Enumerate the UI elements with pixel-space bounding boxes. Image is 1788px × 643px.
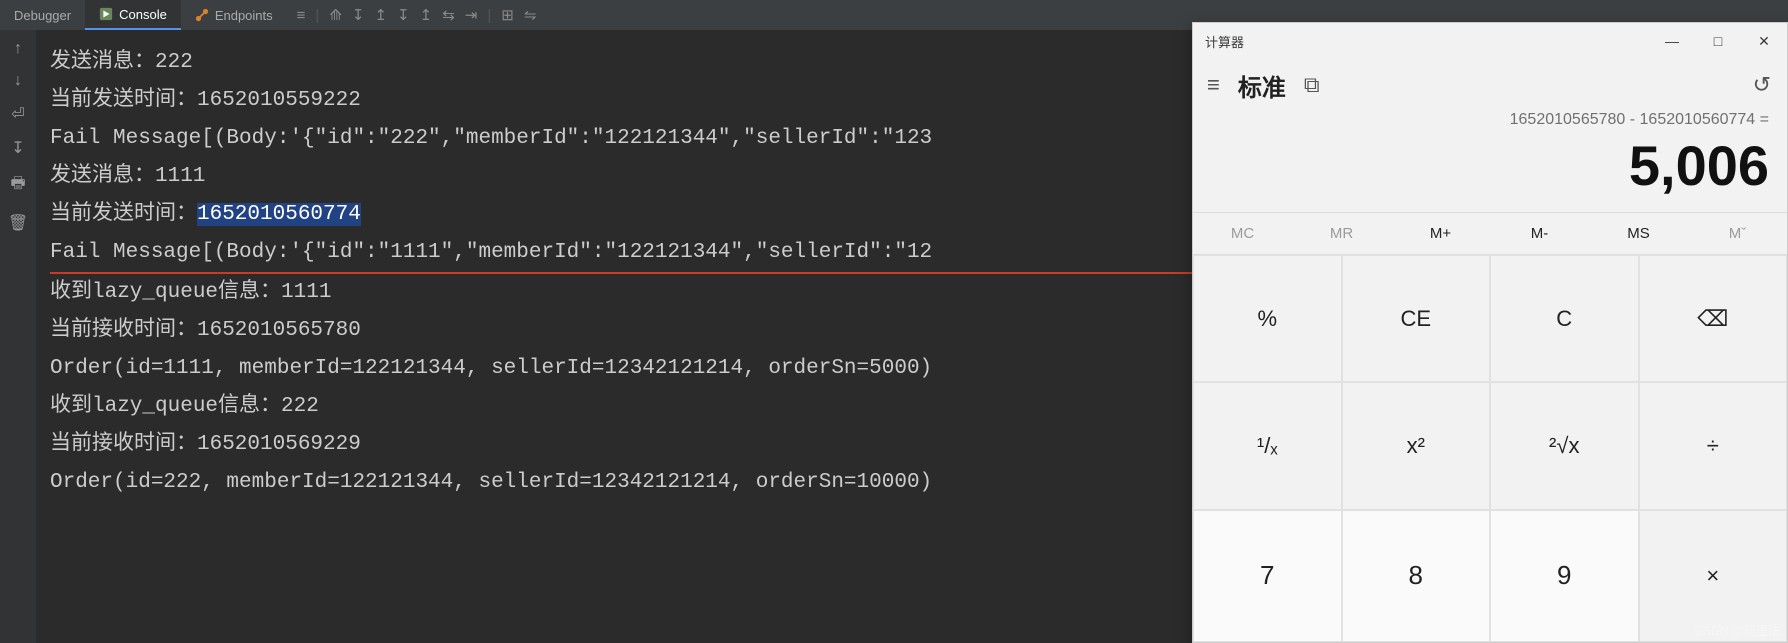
hamburger-icon[interactable]: ≡ (1207, 72, 1220, 98)
memory-button-m-[interactable]: M- (1490, 213, 1589, 254)
memory-button-mr: MR (1292, 213, 1391, 254)
console-text: 当前发送时间： (50, 203, 197, 226)
memory-button-ms[interactable]: MS (1589, 213, 1688, 254)
close-button[interactable]: ✕ (1741, 23, 1787, 59)
calculator-window: 计算器 — □ ✕ ≡ 标准 ⧉ ↺ 1652010565780 - 16520… (1192, 22, 1788, 643)
calc-key[interactable]: C (1490, 255, 1639, 382)
toolbar-icon-7[interactable]: ⇥ (465, 6, 478, 24)
calc-key[interactable]: ¹/ₓ (1193, 382, 1342, 509)
calculator-result: 5,006 (1193, 133, 1769, 198)
gutter-clear-icon[interactable]: 🗑 (8, 213, 28, 233)
gutter-up-icon[interactable]: ↑ (14, 40, 22, 58)
maximize-button[interactable]: □ (1695, 23, 1741, 59)
calc-key[interactable]: CE (1342, 255, 1491, 382)
calc-key[interactable]: x² (1342, 382, 1491, 509)
memory-button-mˇ: Mˇ (1688, 213, 1787, 254)
calculator-titlebar[interactable]: 计算器 — □ ✕ (1193, 23, 1787, 59)
calc-key[interactable]: 9 (1490, 510, 1639, 642)
calc-key[interactable]: % (1193, 255, 1342, 382)
tab-endpoints[interactable]: Endpoints (181, 0, 287, 30)
calculator-expression: 1652010565780 - 1652010560774 = (1193, 111, 1769, 129)
calc-key[interactable]: ²√x (1490, 382, 1639, 509)
console-run-icon (99, 7, 113, 21)
minimize-button[interactable]: — (1649, 23, 1695, 59)
pin-icon[interactable]: ⧉ (1304, 72, 1320, 98)
gutter-scroll-icon[interactable]: ↧ (11, 138, 24, 158)
tab-endpoints-label: Endpoints (215, 8, 273, 23)
calculator-keypad: %CEC⌫¹/ₓx²²√x÷789× (1193, 255, 1787, 642)
calculator-mode-bar: ≡ 标准 ⧉ ↺ (1193, 59, 1787, 111)
toolbar-icon-0[interactable]: ≡ (297, 7, 306, 24)
toolbar-icon-5[interactable]: ↥ (420, 6, 433, 24)
calculator-title: 计算器 (1193, 32, 1244, 51)
window-buttons: — □ ✕ (1649, 23, 1787, 59)
calc-key[interactable]: ⌫ (1639, 255, 1788, 382)
memory-button-mc: MC (1193, 213, 1292, 254)
ide-gutter: ↑ ↓ ⏎ ↧ 🖶 🗑 (0, 30, 36, 643)
watermark: CSDN @码里法 (1694, 622, 1780, 639)
toolbar-icon-6[interactable]: ⇆ (442, 6, 455, 24)
calc-key[interactable]: ÷ (1639, 382, 1788, 509)
toolbar-icon-2[interactable]: ↧ (352, 6, 365, 24)
gutter-down-icon[interactable]: ↓ (14, 72, 22, 90)
toolbar-icon-1[interactable]: ⟰ (329, 6, 342, 24)
toolbar-icon-3[interactable]: ↥ (374, 6, 387, 24)
calculator-mode-label: 标准 (1238, 68, 1286, 103)
tab-debugger[interactable]: Debugger (0, 0, 85, 30)
calc-key[interactable]: 8 (1342, 510, 1491, 642)
tab-debugger-label: Debugger (14, 8, 71, 23)
history-icon[interactable]: ↺ (1753, 72, 1787, 98)
calculator-memory-bar: MCMRM+M-MSMˇ (1193, 212, 1787, 255)
memory-button-m+[interactable]: M+ (1391, 213, 1490, 254)
gutter-print-icon[interactable]: 🖶 (10, 172, 25, 199)
gutter-wrap-icon[interactable]: ⏎ (11, 104, 24, 124)
toolbar-icon-8[interactable]: ⊞ (501, 6, 514, 24)
calculator-display: 1652010565780 - 1652010560774 = 5,006 (1193, 111, 1787, 212)
endpoints-icon (195, 8, 209, 22)
console-toolbar: ≡ | ⟰ ↧ ↥ ↧ ↥ ⇆ ⇥ | ⊞ ⇋ (297, 6, 537, 24)
toolbar-icon-4[interactable]: ↧ (397, 6, 410, 24)
tab-console-label: Console (119, 7, 167, 22)
calc-key[interactable]: 7 (1193, 510, 1342, 642)
toolbar-icon-9[interactable]: ⇋ (524, 6, 537, 24)
tab-console[interactable]: Console (85, 0, 181, 30)
console-selected-text: 1652010560774 (197, 203, 361, 226)
